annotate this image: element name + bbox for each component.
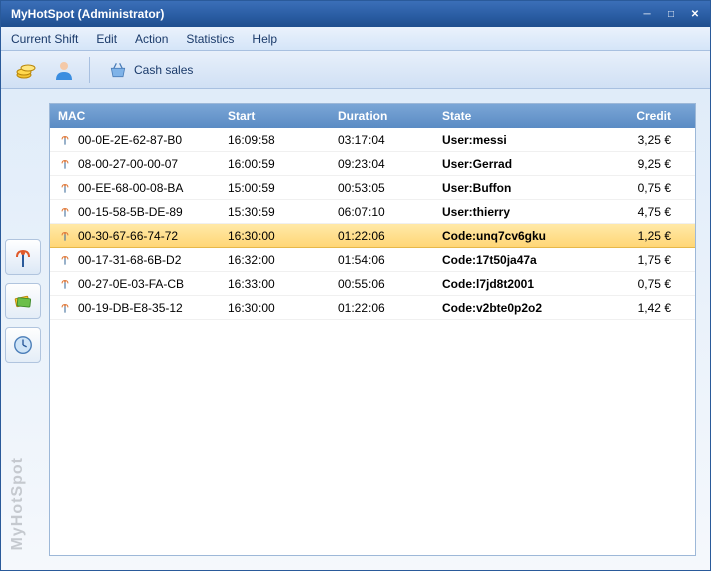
cell-mac: 00-EE-68-00-08-BA xyxy=(78,181,183,195)
col-header-mac[interactable]: MAC xyxy=(50,109,220,123)
cell-state: User:messi xyxy=(434,133,574,147)
cell-start: 15:00:59 xyxy=(220,181,330,195)
cell-mac: 00-17-31-68-6B-D2 xyxy=(78,253,181,267)
wifi-row-icon xyxy=(58,229,72,243)
cell-credit: 4,75 € xyxy=(574,205,695,219)
cell-state: User:thierry xyxy=(434,205,574,219)
cell-credit: 1,75 € xyxy=(574,253,695,267)
cell-state: Code:v2bte0p2o2 xyxy=(434,301,574,315)
grid-body: 00-0E-2E-62-87-B0 16:09:5803:17:04User:me… xyxy=(50,128,695,320)
wifi-row-icon xyxy=(58,133,72,147)
cell-start: 16:00:59 xyxy=(220,157,330,171)
menu-edit[interactable]: Edit xyxy=(96,32,117,46)
cell-duration: 03:17:04 xyxy=(330,133,434,147)
wifi-row-icon xyxy=(58,157,72,171)
side-tab-clock[interactable] xyxy=(5,327,41,363)
table-row[interactable]: 00-17-31-68-6B-D2 16:32:0001:54:06Code:17… xyxy=(50,248,695,272)
maximize-button[interactable]: □ xyxy=(660,5,682,23)
cell-mac: 00-0E-2E-62-87-B0 xyxy=(78,133,182,147)
cell-credit: 1,42 € xyxy=(574,301,695,315)
wifi-antenna-icon xyxy=(11,245,35,269)
main-panel: MAC Start Duration State Credit 00-0E-2E… xyxy=(45,89,710,570)
cell-credit: 0,75 € xyxy=(574,181,695,195)
cell-duration: 01:54:06 xyxy=(330,253,434,267)
title-bar: MyHotSpot (Administrator) ─ □ ✕ xyxy=(1,1,710,27)
side-tab-tickets[interactable] xyxy=(5,283,41,319)
cell-mac: 00-27-0E-03-FA-CB xyxy=(78,277,184,291)
cell-state: Code:17t50ja47a xyxy=(434,253,574,267)
side-tab-wifi[interactable] xyxy=(5,239,41,275)
basket-icon xyxy=(108,60,128,80)
menu-statistics[interactable]: Statistics xyxy=(186,32,234,46)
col-header-state[interactable]: State xyxy=(434,109,574,123)
table-row[interactable]: 00-30-67-66-74-72 16:30:0001:22:06Code:un… xyxy=(50,224,695,248)
wifi-row-icon xyxy=(58,253,72,267)
cell-start: 16:30:00 xyxy=(220,301,330,315)
cell-credit: 1,25 € xyxy=(574,229,695,243)
wifi-row-icon xyxy=(58,181,72,195)
cell-start: 16:32:00 xyxy=(220,253,330,267)
cell-start: 16:30:00 xyxy=(220,229,330,243)
minimize-button[interactable]: ─ xyxy=(636,5,658,23)
window-title: MyHotSpot (Administrator) xyxy=(11,7,634,21)
cell-state: User:Gerrad xyxy=(434,157,574,171)
cell-duration: 09:23:04 xyxy=(330,157,434,171)
wifi-row-icon xyxy=(58,301,72,315)
wifi-row-icon xyxy=(58,277,72,291)
wifi-row-icon xyxy=(58,205,72,219)
side-tabs: MyHotSpot xyxy=(1,89,45,570)
table-row[interactable]: 00-27-0E-03-FA-CB 16:33:0000:55:06Code:l7… xyxy=(50,272,695,296)
table-row[interactable]: 00-15-58-5B-DE-89 15:30:5906:07:10User:th… xyxy=(50,200,695,224)
coins-icon xyxy=(14,58,38,82)
cell-mac: 00-19-DB-E8-35-12 xyxy=(78,301,183,315)
grid-header: MAC Start Duration State Credit xyxy=(50,104,695,128)
clock-icon xyxy=(12,334,34,356)
menu-help[interactable]: Help xyxy=(252,32,277,46)
table-row[interactable]: 08-00-27-00-00-07 16:00:5909:23:04User:Ge… xyxy=(50,152,695,176)
app-window: MyHotSpot (Administrator) ─ □ ✕ Current … xyxy=(0,0,711,571)
cell-duration: 00:55:06 xyxy=(330,277,434,291)
close-button[interactable]: ✕ xyxy=(684,5,706,23)
brand-vertical-label: MyHotSpot xyxy=(9,457,27,550)
cell-start: 15:30:59 xyxy=(220,205,330,219)
cell-duration: 01:22:06 xyxy=(330,229,434,243)
cell-credit: 3,25 € xyxy=(574,133,695,147)
toolbar: Cash sales xyxy=(1,51,710,89)
cell-duration: 06:07:10 xyxy=(330,205,434,219)
cell-duration: 00:53:05 xyxy=(330,181,434,195)
cell-mac: 00-30-67-66-74-72 xyxy=(78,229,178,243)
cell-state: Code:l7jd8t2001 xyxy=(434,277,574,291)
table-row[interactable]: 00-0E-2E-62-87-B0 16:09:5803:17:04User:me… xyxy=(50,128,695,152)
cash-sales-label: Cash sales xyxy=(134,63,193,77)
cash-sales-button[interactable]: Cash sales xyxy=(98,55,203,85)
menu-current-shift[interactable]: Current Shift xyxy=(11,32,78,46)
sessions-grid: MAC Start Duration State Credit 00-0E-2E… xyxy=(49,103,696,556)
col-header-duration[interactable]: Duration xyxy=(330,109,434,123)
menu-bar: Current Shift Edit Action Statistics Hel… xyxy=(1,27,710,51)
user-button[interactable] xyxy=(47,55,81,85)
cell-credit: 9,25 € xyxy=(574,157,695,171)
user-icon xyxy=(52,58,76,82)
toolbar-separator xyxy=(89,57,90,83)
cell-state: Code:unq7cv6gku xyxy=(434,229,574,243)
table-row[interactable]: 00-19-DB-E8-35-12 16:30:0001:22:06Code:v2… xyxy=(50,296,695,320)
cell-start: 16:33:00 xyxy=(220,277,330,291)
cell-mac: 00-15-58-5B-DE-89 xyxy=(78,205,183,219)
col-header-credit[interactable]: Credit xyxy=(574,109,695,123)
col-header-start[interactable]: Start xyxy=(220,109,330,123)
table-row[interactable]: 00-EE-68-00-08-BA 15:00:5900:53:05User:Bu… xyxy=(50,176,695,200)
tickets-icon xyxy=(12,290,34,312)
cell-mac: 08-00-27-00-00-07 xyxy=(78,157,178,171)
menu-action[interactable]: Action xyxy=(135,32,168,46)
cell-credit: 0,75 € xyxy=(574,277,695,291)
cell-state: User:Buffon xyxy=(434,181,574,195)
cell-duration: 01:22:06 xyxy=(330,301,434,315)
body-area: MyHotSpot MAC Start Duration State Credi… xyxy=(1,89,710,570)
coins-button[interactable] xyxy=(9,55,43,85)
cell-start: 16:09:58 xyxy=(220,133,330,147)
